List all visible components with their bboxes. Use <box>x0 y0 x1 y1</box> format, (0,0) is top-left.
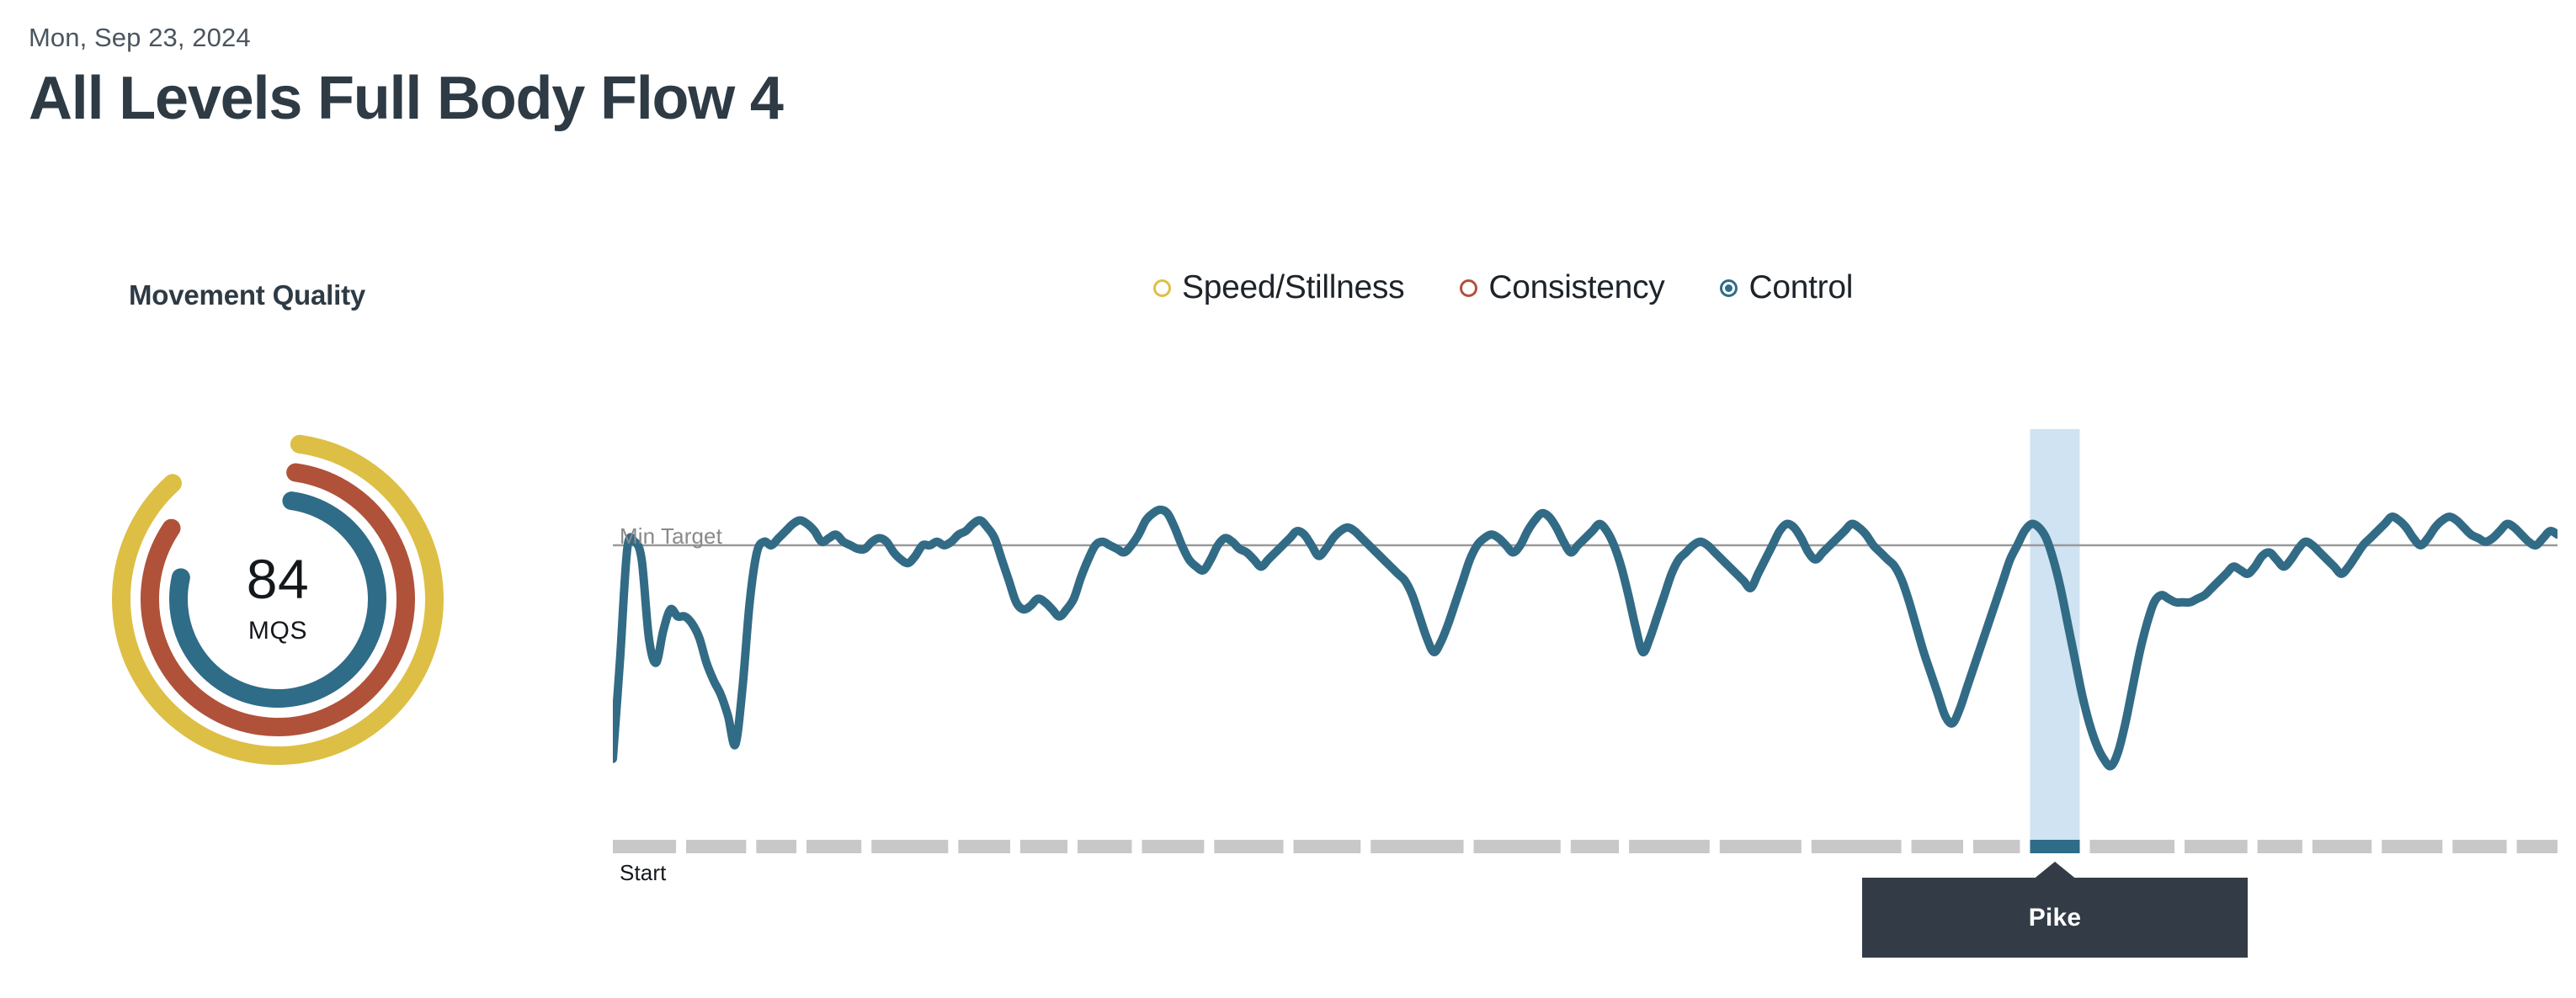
control-series-line <box>613 505 2557 771</box>
segment-block[interactable] <box>1293 840 1361 853</box>
page-title: All Levels Full Body Flow 4 <box>29 65 784 132</box>
gauge-ring-speed-stillness <box>112 434 444 765</box>
segment-block[interactable] <box>1719 840 1802 853</box>
segment-block[interactable] <box>806 840 862 853</box>
movement-quality-gauge: 84 MQS <box>93 404 463 791</box>
segment-block[interactable] <box>1019 840 1068 853</box>
segment-track[interactable] <box>613 840 2557 853</box>
segment-block-active[interactable] <box>2030 840 2080 853</box>
legend-item-consistency[interactable]: Consistency <box>1460 269 1665 306</box>
control-radio-icon[interactable] <box>1720 279 1738 297</box>
segment-block[interactable] <box>1214 840 1284 853</box>
gauge-ring-consistency <box>141 463 415 736</box>
segment-block[interactable] <box>1973 840 2020 853</box>
segment-block[interactable] <box>2312 840 2372 853</box>
segment-block[interactable] <box>1473 840 1561 853</box>
segment-block[interactable] <box>1811 840 1902 853</box>
segment-block[interactable] <box>686 840 747 853</box>
segment-block[interactable] <box>1629 840 1710 853</box>
tooltip-label: Pike <box>2028 903 2082 932</box>
segment-block[interactable] <box>2452 840 2507 853</box>
legend-label-consistency: Consistency <box>1488 269 1665 305</box>
legend-label-speed-stillness: Speed/Stillness <box>1182 269 1405 305</box>
segment-block[interactable] <box>2516 840 2557 853</box>
segment-block[interactable] <box>1078 840 1132 853</box>
consistency-radio-icon[interactable] <box>1460 279 1478 297</box>
segment-block[interactable] <box>2185 840 2248 853</box>
movement-quality-heading: Movement Quality <box>129 279 366 311</box>
segment-block[interactable] <box>2382 840 2443 853</box>
legend-item-control[interactable]: Control <box>1720 269 1853 306</box>
chart-svg <box>613 429 2557 853</box>
metric-legend: Speed/Stillness Consistency Control <box>1153 269 1853 306</box>
control-timeline-chart[interactable]: Min Target Start <box>613 421 2557 885</box>
segment-block[interactable] <box>613 840 677 853</box>
legend-label-control: Control <box>1748 269 1854 305</box>
gauge-ring-control <box>169 491 386 708</box>
segment-block[interactable] <box>2089 840 2175 853</box>
start-label: Start <box>620 860 667 885</box>
segment-block[interactable] <box>1142 840 1205 853</box>
gauge-rings-svg <box>112 434 444 765</box>
session-report-page: Mon, Sep 23, 2024 All Levels Full Body F… <box>0 0 2576 998</box>
segment-block[interactable] <box>1911 840 1963 853</box>
legend-item-speed-stillness[interactable]: Speed/Stillness <box>1153 269 1405 306</box>
min-target-label: Min Target <box>620 523 722 549</box>
segment-block[interactable] <box>871 840 949 853</box>
segment-tooltip: Pike <box>1861 878 2248 958</box>
segment-block[interactable] <box>1370 840 1464 853</box>
page-header: Mon, Sep 23, 2024 All Levels Full Body F… <box>29 22 784 135</box>
segment-block[interactable] <box>1570 840 1620 853</box>
segment-block[interactable] <box>2257 840 2302 853</box>
segment-block[interactable] <box>958 840 1010 853</box>
session-date: Mon, Sep 23, 2024 <box>29 23 251 52</box>
segment-block[interactable] <box>756 840 797 853</box>
speed-stillness-radio-icon[interactable] <box>1153 279 1171 297</box>
